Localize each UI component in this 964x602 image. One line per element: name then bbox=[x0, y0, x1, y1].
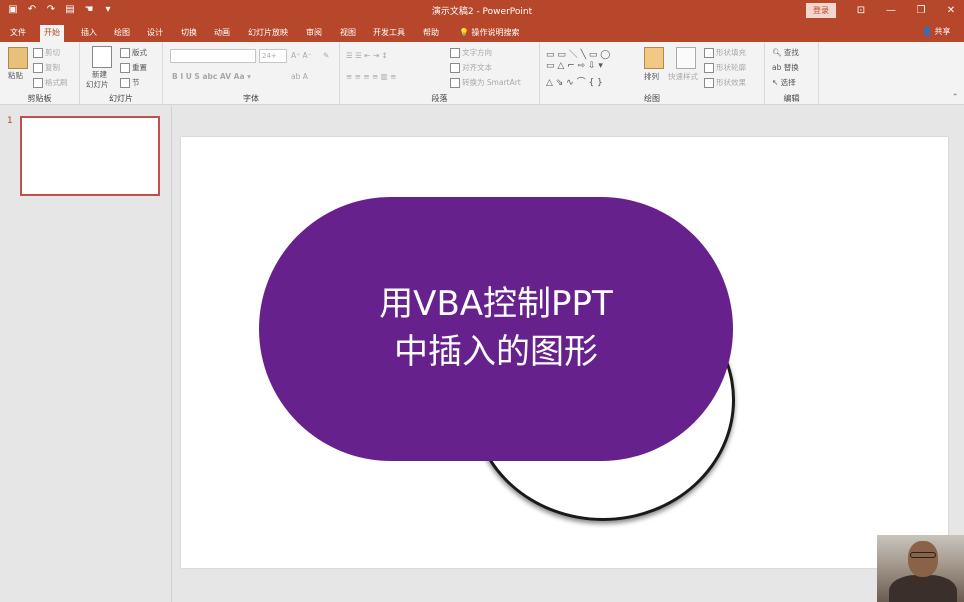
effects-icon bbox=[704, 78, 714, 88]
webcam-overlay bbox=[877, 535, 964, 602]
align-text-icon bbox=[450, 63, 460, 73]
group-label-slides: 幻灯片 bbox=[109, 94, 133, 103]
tab-file[interactable]: 文件 bbox=[6, 25, 30, 42]
list-buttons[interactable]: ☰ ☰ ⇤ ⇥ ↕ bbox=[346, 51, 388, 60]
font-name-box[interactable] bbox=[170, 49, 256, 63]
window-controls: ⊡ — ❐ ✕ bbox=[846, 2, 964, 19]
tab-animations[interactable]: 动画 bbox=[210, 25, 234, 42]
slide-number: 1 bbox=[7, 116, 13, 126]
paste-icon[interactable] bbox=[8, 47, 28, 69]
brush-icon bbox=[33, 78, 43, 88]
login-button[interactable]: 登录 bbox=[806, 3, 836, 18]
tab-slideshow[interactable]: 幻灯片放映 bbox=[244, 25, 292, 42]
section-icon bbox=[120, 78, 130, 88]
restore-icon[interactable]: ❐ bbox=[906, 2, 936, 19]
group-slides: 新建 幻灯片 版式 重置 节 幻灯片 bbox=[80, 42, 163, 105]
scissors-icon bbox=[33, 48, 43, 58]
replace-button[interactable]: ab 替换 bbox=[772, 62, 799, 73]
shape-fill-button[interactable]: 形状填充 bbox=[704, 47, 746, 58]
collapse-ribbon-icon[interactable]: ⌃ bbox=[952, 92, 958, 101]
tab-review[interactable]: 审阅 bbox=[302, 25, 326, 42]
replace-icon: ab bbox=[772, 63, 784, 72]
presenter-head bbox=[908, 541, 938, 577]
group-drawing: ▭ ▭ ＼ ╲ ▭ ◯ ▭ △ ⌐ ⇨ ⇩ ▾ △ ⇘ ∿ ⌒ { } 排列 快… bbox=[540, 42, 765, 105]
quick-styles-icon[interactable] bbox=[676, 47, 696, 69]
shape-outline-button[interactable]: 形状轮廓 bbox=[704, 62, 746, 73]
shape-text-line2: 中插入的图形 bbox=[394, 332, 598, 372]
group-font: 24+ A⁺ A⁻ ✎ B I U S abc AV Aa ▾ ab A 字体 bbox=[163, 42, 340, 105]
shape-text-line1: 用VBA控制PPT bbox=[379, 284, 613, 325]
cut-button[interactable]: 剪切 bbox=[33, 47, 60, 58]
quick-styles-button[interactable]: 快速样式 bbox=[668, 71, 698, 82]
paint-bucket-icon bbox=[704, 48, 714, 58]
tab-developer[interactable]: 开发工具 bbox=[369, 25, 409, 42]
share-label: 共享 bbox=[934, 27, 951, 36]
font-color-icon[interactable]: ab A bbox=[291, 72, 308, 81]
tab-design[interactable]: 设计 bbox=[143, 25, 167, 42]
text-direction-icon bbox=[450, 48, 460, 58]
slide-canvas[interactable]: 用VBA控制PPT 中插入的图形 bbox=[181, 137, 948, 568]
minimize-icon[interactable]: — bbox=[876, 2, 906, 19]
rounded-rectangle-shape[interactable]: 用VBA控制PPT 中插入的图形 bbox=[259, 197, 733, 461]
lightbulb-icon: 💡 bbox=[459, 28, 472, 37]
tab-home[interactable]: 开始 bbox=[40, 25, 64, 42]
ribbon-display-options-icon[interactable]: ⊡ bbox=[846, 2, 876, 19]
slide-thumbnail[interactable] bbox=[20, 116, 160, 196]
search-icon: 🔍︎ bbox=[772, 48, 784, 57]
increase-font-icon[interactable]: A⁺ A⁻ bbox=[291, 51, 312, 60]
group-label-drawing: 绘图 bbox=[644, 94, 660, 103]
new-slide-icon[interactable] bbox=[92, 46, 112, 68]
reset-icon bbox=[120, 63, 130, 73]
pen-icon bbox=[704, 63, 714, 73]
glasses-icon bbox=[910, 552, 936, 558]
tab-draw[interactable]: 绘图 bbox=[110, 25, 134, 42]
shape-effects-button[interactable]: 形状效果 bbox=[704, 77, 746, 88]
tab-help[interactable]: 帮助 bbox=[419, 25, 443, 42]
presenter-body bbox=[889, 575, 957, 602]
close-icon[interactable]: ✕ bbox=[936, 2, 964, 19]
group-label-font: 字体 bbox=[243, 94, 259, 103]
group-label-editing: 编辑 bbox=[783, 94, 800, 103]
group-clipboard: 粘贴 剪切 复制 格式刷 剪贴板 bbox=[0, 42, 80, 105]
text-direction-button[interactable]: 文字方向 bbox=[450, 47, 492, 58]
group-paragraph: ☰ ☰ ⇤ ⇥ ↕ ≡ ≡ ≡ ≡ ▥ ≡ 文字方向 对齐文本 转换为 Smar… bbox=[340, 42, 540, 105]
share-button[interactable]: 👤 共享 bbox=[922, 26, 951, 37]
group-label-clipboard: 剪贴板 bbox=[27, 94, 52, 103]
group-editing: 🔍︎ 查找 ab 替换 ↖ 选择 编辑 bbox=[765, 42, 819, 105]
section-button[interactable]: 节 bbox=[120, 77, 140, 88]
format-painter-button[interactable]: 格式刷 bbox=[33, 77, 68, 88]
cursor-icon: ↖ bbox=[772, 78, 781, 87]
tab-transitions[interactable]: 切换 bbox=[177, 25, 201, 42]
find-button[interactable]: 🔍︎ 查找 bbox=[772, 47, 799, 58]
tell-me-search[interactable]: 💡 操作说明搜索 bbox=[455, 25, 524, 42]
align-text-button[interactable]: 对齐文本 bbox=[450, 62, 492, 73]
group-label-paragraph: 段落 bbox=[431, 94, 448, 103]
ribbon-tabs: 文件 开始 插入 绘图 设计 切换 动画 幻灯片放映 审阅 视图 开发工具 帮助… bbox=[0, 22, 964, 42]
arrange-button[interactable]: 排列 bbox=[644, 71, 659, 82]
clear-format-icon[interactable]: ✎ bbox=[323, 51, 329, 60]
smartart-icon bbox=[450, 78, 460, 88]
format-buttons-row[interactable]: B I U S abc AV Aa ▾ bbox=[172, 72, 251, 81]
copy-icon bbox=[33, 63, 43, 73]
shapes-gallery[interactable]: ▭ ▭ ＼ ╲ ▭ ◯ ▭ △ ⌐ ⇨ ⇩ ▾ △ ⇘ ∿ ⌒ { } bbox=[546, 47, 638, 89]
title-bar: ▣ ↶ ↷ ▤ ☚ ▾ 演示文稿2 - PowerPoint 登录 ⊡ — ❐ … bbox=[0, 0, 964, 22]
tell-me-label: 操作说明搜索 bbox=[471, 28, 520, 37]
reset-button[interactable]: 重置 bbox=[120, 62, 147, 73]
layout-icon bbox=[120, 48, 130, 58]
paste-button[interactable]: 粘贴 bbox=[8, 70, 23, 81]
layout-button[interactable]: 版式 bbox=[120, 47, 147, 58]
person-icon: 👤 bbox=[922, 27, 932, 36]
font-size-box[interactable]: 24+ bbox=[259, 49, 287, 63]
ribbon: 粘贴 剪切 复制 格式刷 剪贴板 新建 幻灯片 版式 重置 节 幻灯片 24+ … bbox=[0, 42, 964, 105]
tab-insert[interactable]: 插入 bbox=[77, 25, 101, 42]
new-slide-button-2[interactable]: 幻灯片 bbox=[86, 79, 109, 90]
copy-button[interactable]: 复制 bbox=[33, 62, 60, 73]
slide-thumbnail-pane: 1 bbox=[0, 106, 172, 602]
align-buttons[interactable]: ≡ ≡ ≡ ≡ ▥ ≡ bbox=[346, 72, 396, 81]
arrange-icon[interactable] bbox=[644, 47, 664, 69]
tab-view[interactable]: 视图 bbox=[336, 25, 360, 42]
select-button[interactable]: ↖ 选择 bbox=[772, 77, 796, 88]
convert-smartart-button[interactable]: 转换为 SmartArt bbox=[450, 77, 521, 88]
